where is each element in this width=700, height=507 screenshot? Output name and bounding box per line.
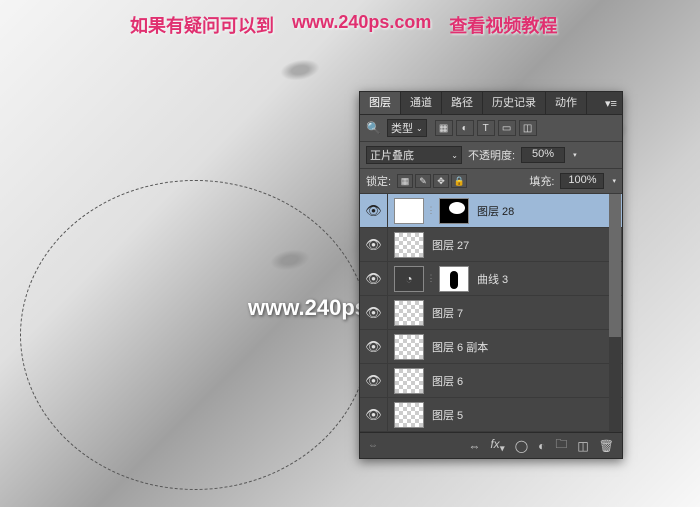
- link-layers-icon[interactable]: ⇔: [468, 439, 480, 453]
- mask-link-icon[interactable]: ⋮: [426, 198, 436, 224]
- watermark-top: 如果有疑问可以到 www.240ps.com 查看视频教程: [130, 12, 557, 38]
- search-icon: 🔍: [366, 121, 381, 135]
- fill-input[interactable]: 100%: [560, 173, 604, 189]
- new-group-icon[interactable]: 🗀: [555, 435, 567, 456]
- filter-icons: ▦ ◐ T ▭ ◫: [435, 120, 537, 136]
- panel-tab-bar: 图层 通道 路径 历史记录 动作 ▾≡: [360, 92, 622, 115]
- filter-pixel-icon[interactable]: ▦: [435, 120, 453, 136]
- opacity-input[interactable]: 50%: [521, 147, 565, 163]
- visibility-eye-icon[interactable]: 👁: [360, 330, 388, 363]
- lock-brush-icon[interactable]: ✎: [415, 174, 431, 188]
- layer-name[interactable]: 图层 7: [432, 305, 616, 321]
- scrollbar-thumb[interactable]: [609, 194, 621, 337]
- filter-kind-dropdown[interactable]: 类型 ⌄: [387, 119, 427, 137]
- scrollbar[interactable]: [609, 194, 621, 432]
- selection-marquee: [20, 180, 370, 490]
- layer-name[interactable]: 图层 28: [477, 203, 616, 219]
- chevron-down-icon[interactable]: ▾: [612, 177, 616, 185]
- visibility-eye-icon[interactable]: 👁: [360, 296, 388, 329]
- new-layer-icon[interactable]: ◫: [577, 439, 588, 453]
- watermark-tutorial: 查看视频教程: [449, 12, 557, 38]
- layer-thumbnail[interactable]: [394, 198, 424, 224]
- layer-row[interactable]: 👁 图层 27: [360, 228, 622, 262]
- layer-row[interactable]: 👁 ⋮ 图层 28: [360, 194, 622, 228]
- layer-thumbnail[interactable]: [394, 334, 424, 360]
- visibility-eye-icon[interactable]: 👁: [360, 364, 388, 397]
- layers-panel: 图层 通道 路径 历史记录 动作 ▾≡ 🔍 类型 ⌄ ▦ ◐ T ▭ ◫ 正片叠…: [359, 91, 623, 459]
- layer-mask-thumbnail[interactable]: [439, 198, 469, 224]
- chevron-down-icon: ⌄: [451, 151, 458, 160]
- watermark-hint: 如果有疑问可以到: [130, 12, 274, 38]
- opacity-label: 不透明度:: [468, 147, 515, 163]
- layer-filter-row: 🔍 类型 ⌄ ▦ ◐ T ▭ ◫: [360, 115, 622, 142]
- layers-list: 👁 ⋮ 图层 28 👁 图层 27 👁 ◔ ⋮ 曲线 3 👁 图层 7: [360, 194, 622, 432]
- filter-type-icon[interactable]: T: [477, 120, 495, 136]
- layer-row[interactable]: 👁 图层 6 副本: [360, 330, 622, 364]
- add-mask-icon[interactable]: ◯: [515, 439, 528, 453]
- blend-mode-dropdown[interactable]: 正片叠底 ⌄: [366, 146, 462, 164]
- blend-opacity-row: 正片叠底 ⌄ 不透明度: 50% ▾: [360, 142, 622, 169]
- layer-row[interactable]: 👁 图层 7: [360, 296, 622, 330]
- layer-name[interactable]: 图层 6 副本: [432, 339, 616, 355]
- new-adjustment-icon[interactable]: ◐: [538, 439, 545, 453]
- layer-thumbnail[interactable]: [394, 402, 424, 428]
- layer-name[interactable]: 图层 6: [432, 373, 616, 389]
- layer-thumbnail[interactable]: [394, 232, 424, 258]
- layer-mask-thumbnail[interactable]: [439, 266, 469, 292]
- panel-menu-icon[interactable]: ▾≡: [600, 92, 622, 114]
- layer-name[interactable]: 图层 27: [432, 237, 616, 253]
- chevron-down-icon[interactable]: ▾: [573, 151, 577, 159]
- tab-paths[interactable]: 路径: [442, 92, 483, 114]
- watermark-url: www.240ps.com: [292, 12, 431, 38]
- visibility-eye-icon[interactable]: 👁: [360, 228, 388, 261]
- layer-row[interactable]: 👁 ◔ ⋮ 曲线 3: [360, 262, 622, 296]
- lock-pixels-icon[interactable]: ▦: [397, 174, 413, 188]
- mask-link-icon[interactable]: ⋮: [426, 266, 436, 292]
- lock-all-icon[interactable]: 🔒: [451, 174, 467, 188]
- panel-footer: ⇔ ⇔ fx▾ ◯ ◐ 🗀 ◫ 🗑: [360, 432, 622, 458]
- layer-thumbnail[interactable]: [394, 300, 424, 326]
- footer-spacer: ⇔: [368, 440, 378, 451]
- adjustment-layer-icon[interactable]: ◔: [394, 266, 424, 292]
- visibility-eye-icon[interactable]: 👁: [360, 398, 388, 431]
- chevron-down-icon: ⌄: [416, 124, 423, 133]
- delete-layer-icon[interactable]: 🗑: [599, 439, 614, 453]
- layer-name[interactable]: 图层 5: [432, 407, 616, 423]
- blend-mode-label: 正片叠底: [370, 147, 414, 163]
- tab-actions[interactable]: 动作: [546, 92, 587, 114]
- lock-label: 锁定:: [366, 173, 391, 189]
- layer-thumbnail[interactable]: [394, 368, 424, 394]
- tab-layers[interactable]: 图层: [360, 92, 401, 114]
- lock-fill-row: 锁定: ▦ ✎ ✥ 🔒 填充: 100% ▾: [360, 169, 622, 194]
- filter-smart-icon[interactable]: ◫: [519, 120, 537, 136]
- layer-row[interactable]: 👁 图层 5: [360, 398, 622, 432]
- lock-icons: ▦ ✎ ✥ 🔒: [397, 174, 467, 188]
- layer-name[interactable]: 曲线 3: [477, 271, 616, 287]
- filter-adjust-icon[interactable]: ◐: [456, 120, 474, 136]
- filter-shape-icon[interactable]: ▭: [498, 120, 516, 136]
- layer-fx-icon[interactable]: fx▾: [490, 437, 504, 454]
- filter-kind-label: 类型: [391, 120, 413, 136]
- tab-channels[interactable]: 通道: [401, 92, 442, 114]
- layer-row[interactable]: 👁 图层 6: [360, 364, 622, 398]
- visibility-eye-icon[interactable]: 👁: [360, 194, 388, 227]
- lock-position-icon[interactable]: ✥: [433, 174, 449, 188]
- visibility-eye-icon[interactable]: 👁: [360, 262, 388, 295]
- tab-history[interactable]: 历史记录: [483, 92, 546, 114]
- fill-label: 填充:: [529, 173, 554, 189]
